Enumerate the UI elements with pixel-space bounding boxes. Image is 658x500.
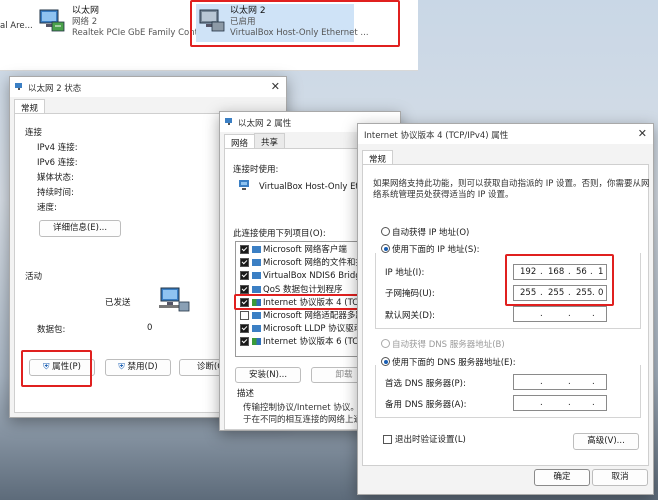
disable-button-label: 禁用(D): [127, 362, 158, 372]
ipv4-dialog-title: Internet 协议版本 4 (TCP/IPv4) 属性: [364, 131, 509, 141]
component-icon: [252, 272, 261, 280]
highlight-box: [234, 294, 364, 310]
component-checkbox[interactable]: [240, 284, 249, 294]
component-label: Microsoft LLDP 协议驱动程: [263, 324, 371, 335]
details-button[interactable]: 详细信息(E)...: [39, 220, 121, 237]
highlight-box: [190, 0, 400, 47]
network-adapter-icon: [39, 9, 65, 32]
ipv4-dialog: Internet 协议版本 4 (TCP/IPv4) 属性 ✕ 常规 如果网络支…: [357, 123, 654, 495]
alternate-dns-field[interactable]: ...: [513, 395, 607, 411]
speed-label: 速度:: [37, 203, 57, 213]
adapter-status: 网络 2: [72, 17, 98, 27]
adapter-device: Realtek PCIe GbE Family Contr...: [72, 28, 209, 38]
component-label: Microsoft 网络的文件和打印: [263, 258, 373, 269]
component-label: Microsoft 网络适配器多路传: [263, 310, 373, 321]
component-icon: [252, 325, 261, 333]
install-button[interactable]: 安装(N)...: [235, 367, 301, 383]
close-icon[interactable]: ✕: [638, 127, 647, 140]
description-text-1: 传输控制协议/Internet 协议。该协: [243, 403, 376, 413]
status-dialog-titlebar: 以太网 2 状态 ✕: [10, 77, 286, 97]
component-checkbox[interactable]: [240, 271, 249, 281]
auto-dns-label: 自动获得 DNS 服务器地址(B): [392, 340, 505, 350]
adapter-icon: [239, 180, 249, 190]
shield-icon: ⛨: [118, 362, 125, 372]
status-tabs: 常规: [14, 98, 46, 116]
gateway-field[interactable]: ...: [513, 306, 607, 322]
connect-using-label: 连接时使用:: [233, 165, 279, 175]
highlight-box: [505, 254, 614, 306]
items-label: 此连接使用下列项目(O):: [233, 229, 326, 239]
component-label: Microsoft 网络客户端: [263, 245, 347, 255]
ipv4-general-page: 如果网络支持此功能，则可以获取自动指派的 IP 设置。否则，你需要从网 络系统管…: [362, 164, 650, 466]
component-checkbox[interactable]: [240, 310, 249, 320]
component-icon: [252, 285, 261, 293]
close-icon[interactable]: ✕: [271, 80, 280, 93]
validate-on-exit[interactable]: 退出时验证设置(L): [383, 433, 466, 445]
auto-dns-radio[interactable]: [381, 339, 390, 348]
intro-text-2: 络系统管理员处获得适当的 IP 设置。: [373, 190, 514, 200]
adapter-name: 以太网: [72, 6, 100, 16]
connection-section-label: 连接: [25, 128, 43, 138]
ok-button[interactable]: 确定: [534, 469, 590, 486]
component-checkbox[interactable]: [240, 337, 249, 347]
ip-address-label: IP 地址(I):: [385, 268, 425, 278]
properties-tabs: 网络 共享: [224, 133, 286, 151]
adapter-fragment-label: al Are...: [0, 21, 33, 31]
description-text-2: 于在不同的相互连接的网络上通信: [243, 415, 371, 425]
component-icon: [252, 311, 261, 319]
gateway-label: 默认网关(D):: [385, 311, 436, 321]
properties-dialog-title: 以太网 2 属性: [238, 119, 292, 129]
ipv4-connectivity-label: IPv4 连接:: [37, 143, 78, 153]
ipv4-dialog-titlebar: Internet 协议版本 4 (TCP/IPv4) 属性 ✕: [358, 124, 653, 144]
activity-section-label: 活动: [25, 272, 43, 282]
highlight-box: [21, 350, 92, 387]
component-icon: [252, 246, 261, 253]
component-checkbox[interactable]: [240, 258, 249, 268]
component-icon: [252, 259, 261, 267]
auto-ip-label: 自动获得 IP 地址(O): [392, 228, 470, 238]
component-checkbox[interactable]: [240, 324, 249, 334]
subnet-mask-label: 子网掩码(U):: [385, 289, 435, 299]
network-connections-panel: al Are... 以太网 网络 2 Realtek PCIe GbE Fami…: [0, 0, 418, 71]
component-checkbox[interactable]: [240, 245, 249, 254]
sent-label: 已发送: [105, 298, 131, 308]
network-icon: [225, 118, 232, 125]
manual-ip-radio[interactable]: [381, 244, 390, 253]
packets-label: 数据包:: [37, 325, 66, 335]
ipv6-connectivity-label: IPv6 连接:: [37, 158, 78, 168]
packets-sent-value: 0: [147, 323, 153, 333]
preferred-dns-label: 首选 DNS 服务器(P):: [385, 379, 466, 389]
description-label: 描述: [237, 389, 255, 399]
auto-ip-radio[interactable]: [381, 227, 390, 236]
alternate-dns-label: 备用 DNS 服务器(A):: [385, 400, 467, 410]
component-icon: [252, 338, 261, 346]
media-state-label: 媒体状态:: [37, 173, 74, 183]
preferred-dns-field[interactable]: ...: [513, 374, 607, 390]
disable-button[interactable]: ⛨ 禁用(D): [105, 359, 171, 376]
validate-label: 退出时验证设置(L): [395, 435, 466, 445]
adapter-ethernet[interactable]: 以太网 网络 2 Realtek PCIe GbE Family Contr..…: [38, 6, 209, 42]
cancel-button[interactable]: 取消: [592, 469, 648, 486]
ipv4-tabs: 常规: [362, 149, 394, 167]
validate-checkbox[interactable]: [383, 435, 392, 444]
component-label: VirtualBox NDIS6 Bridged: [263, 271, 372, 282]
advanced-button[interactable]: 高级(V)...: [573, 433, 639, 450]
network-icon: [15, 83, 22, 90]
duration-label: 持续时间:: [37, 188, 74, 198]
status-dialog-title: 以太网 2 状态: [28, 84, 82, 94]
network-activity-icon: [159, 287, 190, 312]
